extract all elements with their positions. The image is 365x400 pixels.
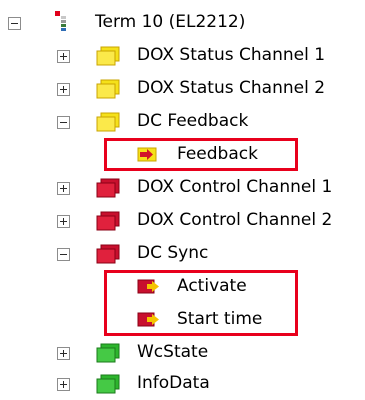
tree-label: DOX Control Channel 1 (137, 177, 333, 197)
tree-label: DC Sync (137, 243, 209, 263)
tree-label: DOX Status Channel 2 (137, 78, 326, 98)
tree-label: Start time (177, 309, 263, 329)
terminal-icon (55, 11, 66, 31)
input-folder-icon (96, 112, 120, 132)
output-variable-icon (137, 279, 159, 294)
expand-toggle[interactable] (57, 378, 70, 391)
input-variable-icon (137, 147, 157, 162)
output-folder-icon (96, 178, 120, 198)
expand-toggle[interactable] (57, 182, 70, 195)
status-folder-icon (96, 374, 120, 394)
tree-label: WcState (137, 342, 209, 362)
tree-item-start-time[interactable]: Start time (0, 303, 365, 336)
tree-item-activate[interactable]: Activate (0, 270, 365, 303)
tree-label: DOX Status Channel 1 (137, 45, 326, 65)
input-folder-icon (96, 79, 120, 99)
collapse-toggle[interactable] (57, 248, 70, 261)
io-tree: Term 10 (EL2212) DOX Status Channel 1 DO… (0, 0, 365, 394)
tree-label: DOX Control Channel 2 (137, 210, 333, 230)
expand-toggle[interactable] (57, 83, 70, 96)
output-variable-icon (137, 312, 159, 327)
collapse-toggle[interactable] (8, 17, 21, 30)
tree-item-dox-control-channel-1[interactable]: DOX Control Channel 1 (0, 171, 365, 204)
status-folder-icon (96, 343, 120, 363)
tree-item-wcstate[interactable]: WcState (0, 336, 365, 369)
expand-toggle[interactable] (57, 50, 70, 63)
tree-item-infodata[interactable]: InfoData (0, 367, 365, 400)
output-folder-icon (96, 211, 120, 231)
tree-label: DC Feedback (137, 111, 249, 131)
output-folder-icon (96, 244, 120, 264)
tree-item-dc-sync[interactable]: DC Sync (0, 237, 365, 270)
input-folder-icon (96, 46, 120, 66)
tree-item-dox-control-channel-2[interactable]: DOX Control Channel 2 (0, 204, 365, 237)
tree-item-dox-status-channel-1[interactable]: DOX Status Channel 1 (0, 39, 365, 72)
tree-label: Activate (177, 276, 247, 296)
expand-toggle[interactable] (57, 215, 70, 228)
tree-item-dc-feedback[interactable]: DC Feedback (0, 105, 365, 138)
tree-root-term10[interactable]: Term 10 (EL2212) (0, 6, 365, 39)
tree-item-dox-status-channel-2[interactable]: DOX Status Channel 2 (0, 72, 365, 105)
tree-label: Feedback (177, 144, 258, 164)
expand-toggle[interactable] (57, 347, 70, 360)
tree-item-feedback[interactable]: Feedback (0, 138, 365, 171)
tree-label: InfoData (137, 373, 210, 393)
collapse-toggle[interactable] (57, 116, 70, 129)
tree-label-root: Term 10 (EL2212) (95, 12, 246, 32)
